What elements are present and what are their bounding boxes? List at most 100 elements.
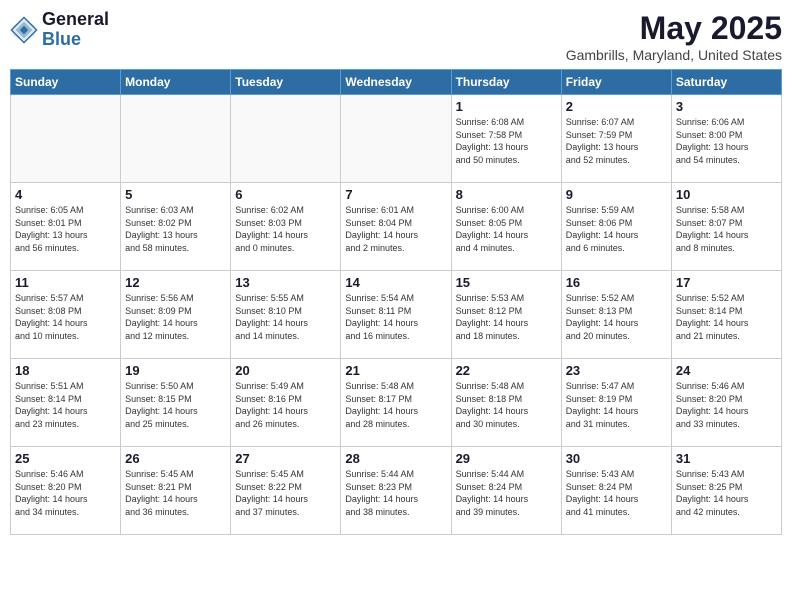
- cell-info: Sunrise: 5:52 AM Sunset: 8:13 PM Dayligh…: [566, 292, 667, 342]
- day-number: 26: [125, 451, 226, 466]
- month-title: May 2025: [566, 10, 782, 47]
- calendar-cell: 16 Sunrise: 5:52 AM Sunset: 8:13 PM Dayli…: [561, 271, 671, 359]
- cell-info: Sunrise: 5:49 AM Sunset: 8:16 PM Dayligh…: [235, 380, 336, 430]
- location-title: Gambrills, Maryland, United States: [566, 47, 782, 63]
- calendar-cell: 31 Sunrise: 5:43 AM Sunset: 8:25 PM Dayli…: [671, 447, 781, 535]
- calendar-cell: 6Sunrise: 6:02 AM Sunset: 8:03 PM Daylig…: [231, 183, 341, 271]
- cell-info: Sunrise: 5:48 AM Sunset: 8:17 PM Dayligh…: [345, 380, 446, 430]
- calendar-cell: 29 Sunrise: 5:44 AM Sunset: 8:24 PM Dayli…: [451, 447, 561, 535]
- calendar-cell: 14 Sunrise: 5:54 AM Sunset: 8:11 PM Dayli…: [341, 271, 451, 359]
- cell-info: Sunrise: 5:57 AM Sunset: 8:08 PM Dayligh…: [15, 292, 116, 342]
- day-number: 5: [125, 187, 226, 202]
- calendar-cell: 17 Sunrise: 5:52 AM Sunset: 8:14 PM Dayli…: [671, 271, 781, 359]
- cell-info: Sunrise: 5:58 AM Sunset: 8:07 PM Dayligh…: [676, 204, 777, 254]
- title-block: May 2025 Gambrills, Maryland, United Sta…: [566, 10, 782, 63]
- calendar-cell: [11, 95, 121, 183]
- calendar-cell: [231, 95, 341, 183]
- day-number: 13: [235, 275, 336, 290]
- calendar-cell: 23 Sunrise: 5:47 AM Sunset: 8:19 PM Dayli…: [561, 359, 671, 447]
- day-number: 20: [235, 363, 336, 378]
- day-number: 8: [456, 187, 557, 202]
- calendar-cell: 13 Sunrise: 5:55 AM Sunset: 8:10 PM Dayli…: [231, 271, 341, 359]
- day-number: 12: [125, 275, 226, 290]
- cell-info: Sunrise: 6:07 AM Sunset: 7:59 PM Dayligh…: [566, 116, 667, 166]
- cell-info: Sunrise: 5:51 AM Sunset: 8:14 PM Dayligh…: [15, 380, 116, 430]
- calendar-cell: 27 Sunrise: 5:45 AM Sunset: 8:22 PM Dayli…: [231, 447, 341, 535]
- weekday-header-thursday: Thursday: [451, 70, 561, 95]
- cell-info: Sunrise: 5:44 AM Sunset: 8:23 PM Dayligh…: [345, 468, 446, 518]
- cell-info: Sunrise: 5:46 AM Sunset: 8:20 PM Dayligh…: [676, 380, 777, 430]
- day-number: 2: [566, 99, 667, 114]
- day-number: 11: [15, 275, 116, 290]
- weekday-header-monday: Monday: [121, 70, 231, 95]
- calendar-cell: 22 Sunrise: 5:48 AM Sunset: 8:18 PM Dayli…: [451, 359, 561, 447]
- cell-info: Sunrise: 5:44 AM Sunset: 8:24 PM Dayligh…: [456, 468, 557, 518]
- day-number: 30: [566, 451, 667, 466]
- day-number: 4: [15, 187, 116, 202]
- calendar-table: SundayMondayTuesdayWednesdayThursdayFrid…: [10, 69, 782, 535]
- calendar-cell: 18 Sunrise: 5:51 AM Sunset: 8:14 PM Dayli…: [11, 359, 121, 447]
- day-number: 9: [566, 187, 667, 202]
- calendar-cell: 8 Sunrise: 6:00 AM Sunset: 8:05 PM Daylig…: [451, 183, 561, 271]
- day-number: 6: [235, 187, 336, 202]
- logo: General Blue: [10, 10, 109, 50]
- calendar-cell: 15Sunrise: 5:53 AM Sunset: 8:12 PM Dayli…: [451, 271, 561, 359]
- day-number: 23: [566, 363, 667, 378]
- weekday-header-sunday: Sunday: [11, 70, 121, 95]
- calendar-cell: [341, 95, 451, 183]
- calendar-cell: 25Sunrise: 5:46 AM Sunset: 8:20 PM Dayli…: [11, 447, 121, 535]
- day-number: 14: [345, 275, 446, 290]
- weekday-header-tuesday: Tuesday: [231, 70, 341, 95]
- day-number: 22: [456, 363, 557, 378]
- cell-info: Sunrise: 5:45 AM Sunset: 8:22 PM Dayligh…: [235, 468, 336, 518]
- cell-info: Sunrise: 5:48 AM Sunset: 8:18 PM Dayligh…: [456, 380, 557, 430]
- day-number: 16: [566, 275, 667, 290]
- day-number: 17: [676, 275, 777, 290]
- cell-info: Sunrise: 6:00 AM Sunset: 8:05 PM Dayligh…: [456, 204, 557, 254]
- cell-info: Sunrise: 5:59 AM Sunset: 8:06 PM Dayligh…: [566, 204, 667, 254]
- cell-info: Sunrise: 5:55 AM Sunset: 8:10 PM Dayligh…: [235, 292, 336, 342]
- day-number: 18: [15, 363, 116, 378]
- cell-info: Sunrise: 5:56 AM Sunset: 8:09 PM Dayligh…: [125, 292, 226, 342]
- calendar-cell: 1Sunrise: 6:08 AM Sunset: 7:58 PM Daylig…: [451, 95, 561, 183]
- cell-info: Sunrise: 6:05 AM Sunset: 8:01 PM Dayligh…: [15, 204, 116, 254]
- cell-info: Sunrise: 5:45 AM Sunset: 8:21 PM Dayligh…: [125, 468, 226, 518]
- calendar-cell: 24 Sunrise: 5:46 AM Sunset: 8:20 PM Dayli…: [671, 359, 781, 447]
- day-number: 3: [676, 99, 777, 114]
- weekday-header-friday: Friday: [561, 70, 671, 95]
- cell-info: Sunrise: 5:54 AM Sunset: 8:11 PM Dayligh…: [345, 292, 446, 342]
- calendar-cell: 30 Sunrise: 5:43 AM Sunset: 8:24 PM Dayli…: [561, 447, 671, 535]
- calendar-cell: 11 Sunrise: 5:57 AM Sunset: 8:08 PM Dayli…: [11, 271, 121, 359]
- calendar-cell: 2 Sunrise: 6:07 AM Sunset: 7:59 PM Daylig…: [561, 95, 671, 183]
- calendar-cell: 4 Sunrise: 6:05 AM Sunset: 8:01 PM Daylig…: [11, 183, 121, 271]
- calendar-cell: 7Sunrise: 6:01 AM Sunset: 8:04 PM Daylig…: [341, 183, 451, 271]
- day-number: 31: [676, 451, 777, 466]
- cell-info: Sunrise: 5:50 AM Sunset: 8:15 PM Dayligh…: [125, 380, 226, 430]
- day-number: 29: [456, 451, 557, 466]
- weekday-header-saturday: Saturday: [671, 70, 781, 95]
- calendar-cell: 20 Sunrise: 5:49 AM Sunset: 8:16 PM Dayli…: [231, 359, 341, 447]
- day-number: 21: [345, 363, 446, 378]
- logo-text: General Blue: [42, 10, 109, 50]
- day-number: 10: [676, 187, 777, 202]
- day-number: 27: [235, 451, 336, 466]
- day-number: 24: [676, 363, 777, 378]
- calendar-cell: 12 Sunrise: 5:56 AM Sunset: 8:09 PM Dayli…: [121, 271, 231, 359]
- calendar-cell: 21 Sunrise: 5:48 AM Sunset: 8:17 PM Dayli…: [341, 359, 451, 447]
- cell-info: Sunrise: 5:52 AM Sunset: 8:14 PM Dayligh…: [676, 292, 777, 342]
- calendar-cell: 26 Sunrise: 5:45 AM Sunset: 8:21 PM Dayli…: [121, 447, 231, 535]
- day-number: 1: [456, 99, 557, 114]
- cell-info: Sunrise: 5:43 AM Sunset: 8:25 PM Dayligh…: [676, 468, 777, 518]
- cell-info: Sunrise: 5:47 AM Sunset: 8:19 PM Dayligh…: [566, 380, 667, 430]
- calendar-cell: 9 Sunrise: 5:59 AM Sunset: 8:06 PM Daylig…: [561, 183, 671, 271]
- cell-info: Sunrise: 5:46 AM Sunset: 8:20 PM Dayligh…: [15, 468, 116, 518]
- logo-icon: [10, 16, 38, 44]
- calendar-cell: 5Sunrise: 6:03 AM Sunset: 8:02 PM Daylig…: [121, 183, 231, 271]
- calendar-cell: 28Sunrise: 5:44 AM Sunset: 8:23 PM Dayli…: [341, 447, 451, 535]
- day-number: 19: [125, 363, 226, 378]
- cell-info: Sunrise: 5:43 AM Sunset: 8:24 PM Dayligh…: [566, 468, 667, 518]
- day-number: 7: [345, 187, 446, 202]
- calendar-cell: 10 Sunrise: 5:58 AM Sunset: 8:07 PM Dayli…: [671, 183, 781, 271]
- weekday-header-wednesday: Wednesday: [341, 70, 451, 95]
- calendar-cell: 3Sunrise: 6:06 AM Sunset: 8:00 PM Daylig…: [671, 95, 781, 183]
